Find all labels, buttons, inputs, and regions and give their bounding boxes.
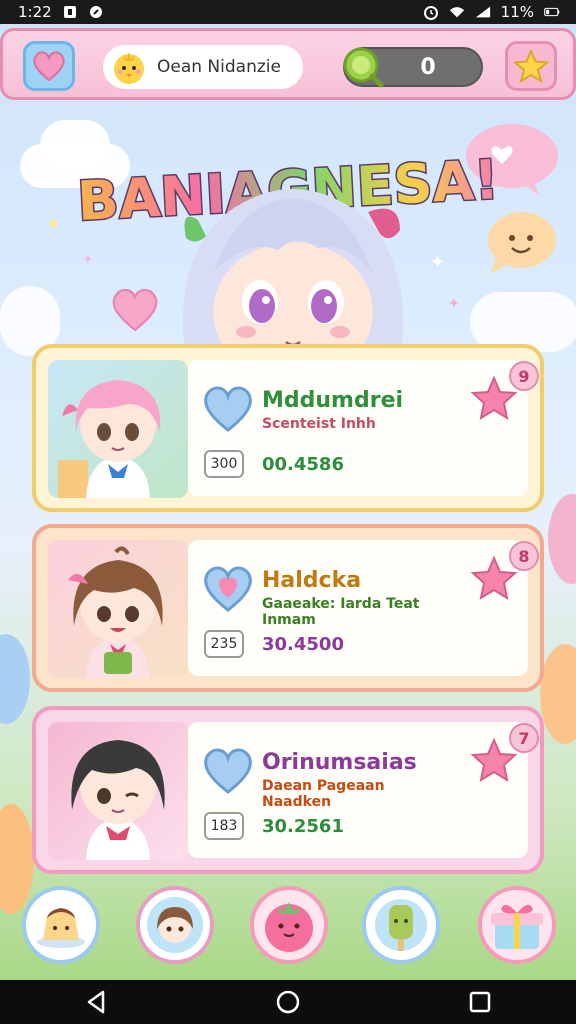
character-level: 300	[204, 450, 244, 478]
status-right: 11%	[423, 3, 560, 21]
character-card[interactable]: Haldcka Gaaeake: Iarda Teat Inmam 235 30…	[32, 524, 544, 692]
gift-box-icon	[491, 904, 543, 949]
sparkle-icon: ✦	[46, 214, 62, 235]
character-subtitle: Scenteist Inhh	[262, 416, 376, 432]
balloon-decoration	[548, 494, 576, 584]
bottom-nav	[0, 880, 576, 980]
star-badge-icon[interactable]: 9	[466, 358, 542, 430]
pudding-icon	[37, 908, 85, 948]
character-subtitle: Gaaeake: Iarda Teat Inmam	[262, 596, 420, 628]
cloud-decoration	[470, 292, 576, 352]
character-card[interactable]: Orinumsaias Daean Pageaan Naadken 183 30…	[32, 706, 544, 874]
signal-icon	[475, 4, 491, 20]
star-badge-number: 7	[518, 729, 529, 748]
character-name: Haldcka	[262, 568, 362, 593]
currency-bar[interactable]: 0	[343, 47, 483, 88]
star-badge-icon[interactable]: 7	[466, 720, 542, 792]
wifi-icon	[449, 4, 465, 20]
affinity-heart-icon	[204, 386, 252, 432]
character-name: Mddumdrei	[262, 388, 404, 413]
compass-icon	[88, 4, 104, 20]
character-portrait-art	[68, 546, 163, 678]
home-button[interactable]	[268, 987, 308, 1017]
system-nav-bar	[0, 980, 576, 1024]
home-circle-icon	[276, 990, 300, 1014]
nav-gift-button[interactable]	[478, 886, 556, 964]
battery-text: 11%	[500, 3, 534, 21]
status-bar: 1:22 11%	[0, 0, 576, 24]
character-portrait	[48, 540, 188, 678]
star-icon	[513, 49, 549, 83]
character-card[interactable]: Mddumdrei Scenteist Inhh 300 00.4586 9	[32, 344, 544, 512]
chick-avatar-icon	[114, 52, 144, 84]
sparkle-icon: ✦	[448, 296, 460, 312]
battery-icon	[544, 4, 560, 20]
favorites-button[interactable]	[23, 41, 75, 91]
character-score: 00.4586	[262, 454, 344, 475]
balloon-decoration	[0, 634, 30, 724]
character-portrait-art	[58, 380, 161, 498]
popsicle-icon	[375, 899, 427, 951]
character-score: 30.4500	[262, 634, 344, 655]
back-triangle-icon	[87, 990, 105, 1014]
character-name: Orinumsaias	[262, 750, 417, 775]
status-left: 1:22	[18, 3, 104, 21]
star-badge-icon[interactable]: 8	[466, 538, 542, 610]
character-portrait-art	[71, 740, 165, 860]
magnifier-coin-icon	[343, 47, 384, 88]
affinity-heart-icon	[204, 566, 252, 612]
nav-strawberry-button[interactable]	[250, 886, 328, 964]
player-profile[interactable]: Oean Nidanzie	[103, 45, 303, 89]
nav-pudding-button[interactable]	[22, 886, 100, 964]
character-subtitle: Daean Pageaan Naadken	[262, 778, 385, 810]
character-icon	[147, 897, 203, 953]
game-screen: ✦ ✦ ✦ ✦ Oean Nidanzie 0 Mddumdrei Scente…	[0, 24, 576, 980]
shield-icon	[62, 4, 78, 20]
player-name: Oean Nidanzie	[157, 57, 281, 77]
star-badge-number: 9	[518, 367, 529, 386]
affinity-heart-icon	[204, 748, 252, 794]
character-level: 183	[204, 812, 244, 840]
top-hud: Oean Nidanzie 0	[0, 28, 576, 100]
character-score: 30.2561	[262, 816, 344, 837]
recents-square-icon	[469, 991, 491, 1013]
strawberry-icon	[265, 902, 313, 952]
currency-value: 0	[420, 55, 436, 80]
nav-popsicle-button[interactable]	[362, 886, 440, 964]
character-level: 235	[204, 630, 244, 658]
character-portrait	[48, 722, 188, 860]
recents-button[interactable]	[460, 987, 500, 1017]
clock-text: 1:22	[18, 3, 52, 21]
star-rewards-button[interactable]	[505, 41, 557, 91]
alarm-icon	[423, 4, 439, 20]
back-button[interactable]	[76, 987, 116, 1017]
heart-balloon-icon	[112, 289, 158, 332]
star-badge-number: 8	[518, 547, 529, 566]
character-portrait	[48, 360, 188, 498]
hero-character-illustration	[183, 189, 403, 372]
nav-character-button[interactable]	[136, 886, 214, 964]
sparkle-icon: ✦	[430, 252, 446, 273]
heart-icon	[33, 51, 65, 82]
sparkle-icon: ✦	[82, 252, 94, 268]
balloon-decoration	[540, 644, 576, 744]
